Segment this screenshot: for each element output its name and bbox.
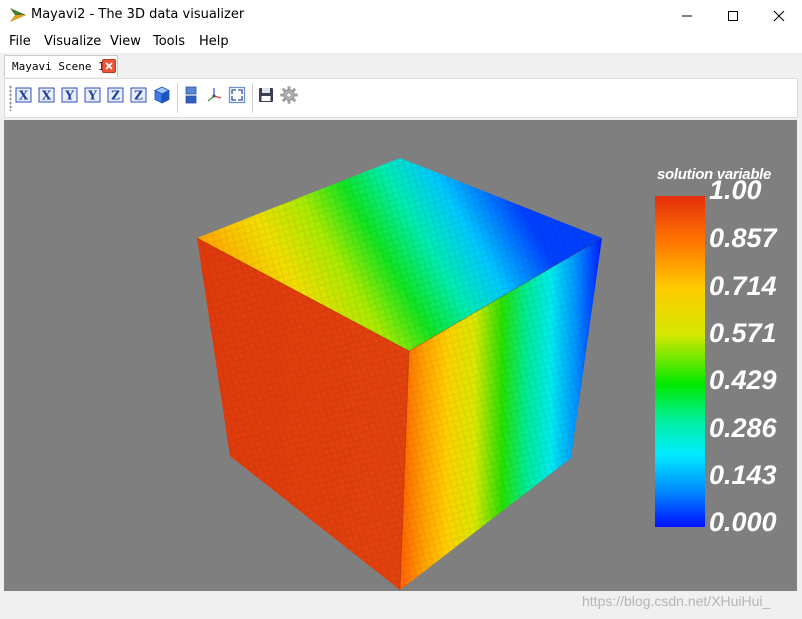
cube-icon [154,86,170,104]
colorbar-tick-label: 1.00 [709,175,762,205]
save-icon [259,88,273,102]
axis-z-icon: Z [111,89,120,103]
colorbar-tick-label: 0.143 [709,460,777,490]
toolbar-grip[interactable] [9,85,12,111]
title-bar: Mayavi2 - The 3D data visualizer [0,0,802,31]
watermark: https://blog.csdn.net/XHuiHui_ [582,593,771,609]
colorbar-tick-label: 0.714 [709,271,777,301]
axis-y-icon: Y [87,89,97,103]
axis-z-icon: Z [134,89,143,103]
menu-help[interactable]: Help [199,34,229,49]
close-tab-icon [105,62,113,70]
toolbar-separator [177,83,178,113]
axis-y-icon: Y [64,89,74,103]
close-button[interactable] [756,0,802,31]
minimize-button[interactable] [664,0,710,31]
view-y-minus-button[interactable]: Y [84,86,102,104]
full-screen-button[interactable] [228,86,246,104]
toolbar-separator [252,83,253,113]
minimize-icon [682,15,692,16]
menu-visualize[interactable]: Visualize [44,34,101,49]
parallel-projection-icon [185,86,197,104]
colorbar-tick-label: 0.000 [709,507,777,537]
fullscreen-icon [228,86,246,104]
scene-toolbar: X X Y Y Z Z [4,78,798,118]
axis-x-icon: X [19,89,29,103]
configure-scene-button[interactable] [280,86,298,104]
isometric-view-button[interactable] [153,86,171,104]
tab-mayavi-scene-1[interactable]: Mayavi Scene 1 [4,55,118,77]
colorbar-tick-label: 0.857 [709,223,777,253]
menu-tools[interactable]: Tools [153,34,185,49]
colorbar [655,196,705,527]
axis-x-icon: X [42,89,52,103]
save-scene-button[interactable] [257,86,275,104]
view-x-minus-button[interactable]: X [38,86,56,104]
toggle-axes-button[interactable] [205,86,223,104]
close-tab-button[interactable] [102,59,116,73]
maximize-icon [728,10,738,21]
maximize-button[interactable] [710,0,756,31]
window-title: Mayavi2 - The 3D data visualizer [31,7,245,22]
mayavi-logo-icon [10,8,26,22]
tab-label: Mayavi Scene 1 [12,60,105,73]
close-icon [773,10,785,21]
colorbar-tick-label: 0.429 [709,365,777,395]
menu-bar: File Visualize View Tools Help [0,31,802,53]
colorbar-tick-label: 0.571 [709,318,777,348]
tab-bar: Mayavi Scene 1 [0,53,802,78]
view-x-plus-button[interactable]: X [15,86,33,104]
menu-view[interactable]: View [110,34,141,49]
view-z-plus-button[interactable]: Z [107,86,125,104]
menu-file[interactable]: File [9,34,31,49]
gear-icon [280,86,298,104]
view-y-plus-button[interactable]: Y [61,86,79,104]
colorbar-tick-label: 0.286 [709,413,777,443]
axes-indicator-icon [207,88,222,102]
view-z-minus-button[interactable]: Z [130,86,148,104]
parallel-projection-button[interactable] [182,86,200,104]
